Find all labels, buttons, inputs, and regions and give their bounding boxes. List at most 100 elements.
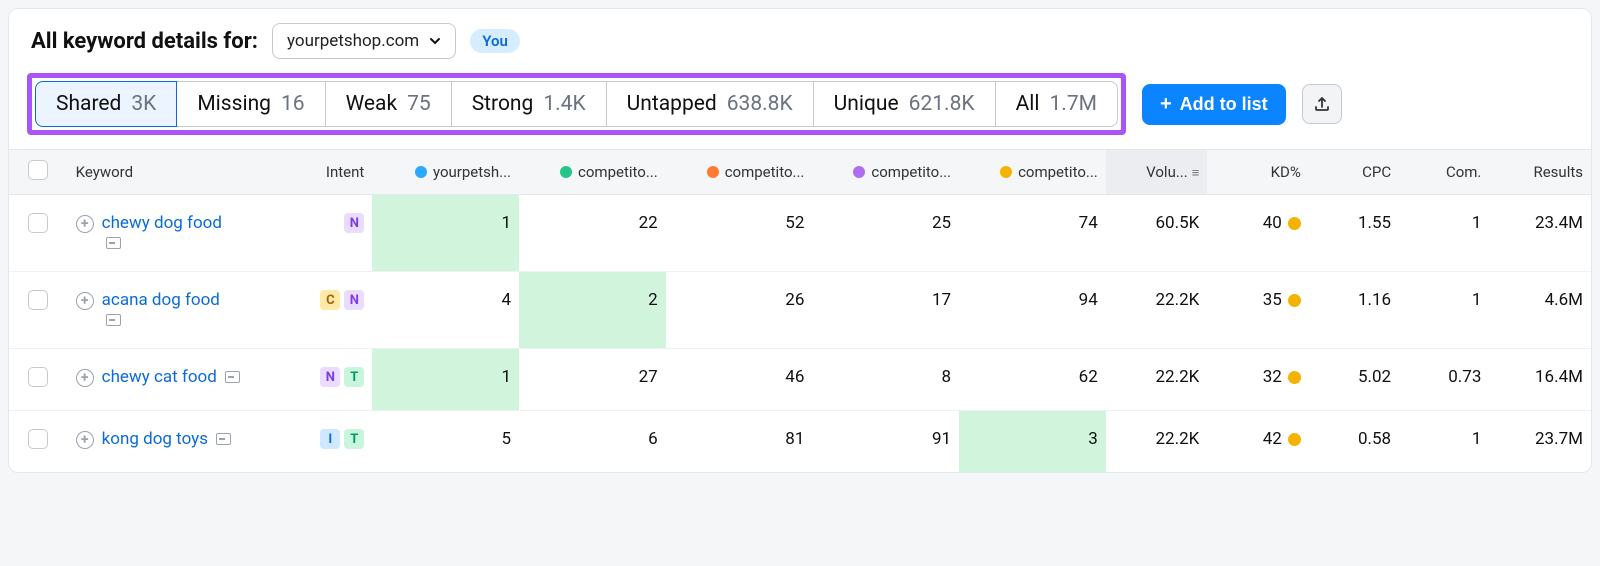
domain-selector[interactable]: yourpetshop.com: [272, 23, 456, 59]
tab-count: 3K: [131, 92, 156, 116]
keyword-details-panel: All keyword details for: yourpetshop.com…: [8, 8, 1592, 473]
col-site-2[interactable]: competito...: [666, 150, 813, 195]
filter-tab-strong[interactable]: Strong 1.4K: [452, 81, 607, 127]
filter-tab-all[interactable]: All1.7M: [996, 81, 1118, 127]
domain-selector-value: yourpetshop.com: [287, 31, 419, 51]
you-badge: You: [470, 29, 520, 53]
col-intent[interactable]: Intent: [293, 150, 372, 195]
expand-icon[interactable]: +: [76, 215, 94, 233]
col-site-0[interactable]: yourpetsh...: [372, 150, 519, 195]
kd-value: 42: [1263, 429, 1282, 449]
filter-tab-untapped[interactable]: Untapped638.8K: [607, 81, 814, 127]
tab-count: 1.7M: [1050, 92, 1097, 116]
cpc-cell: 5.02: [1309, 349, 1399, 411]
add-to-list-label: Add to list: [1180, 94, 1268, 115]
row-checkbox[interactable]: [28, 429, 48, 449]
position-cell: 94: [959, 272, 1106, 349]
cpc-cell: 1.55: [1309, 195, 1399, 272]
kd-value: 35: [1263, 290, 1282, 310]
col-site-4[interactable]: competito...: [959, 150, 1106, 195]
col-com[interactable]: Com.: [1399, 150, 1489, 195]
site-dot-0: [415, 166, 427, 178]
keyword-link[interactable]: acana dog food: [102, 290, 242, 330]
filter-tab-shared[interactable]: Shared 3K: [35, 81, 177, 127]
position-cell: 8: [812, 349, 959, 411]
expand-icon[interactable]: +: [76, 292, 94, 310]
site-dot-2: [707, 166, 719, 178]
serp-icon[interactable]: [216, 433, 231, 445]
tab-label: Shared: [56, 92, 121, 116]
volume-cell: 60.5K: [1106, 195, 1208, 272]
col-cpc[interactable]: CPC: [1309, 150, 1399, 195]
volume-cell: 22.2K: [1106, 272, 1208, 349]
col-checkbox: [9, 150, 68, 195]
tab-count: 1.4K: [543, 92, 585, 116]
col-results[interactable]: Results: [1489, 150, 1591, 195]
intent-badge-N: N: [344, 290, 364, 310]
intent-badge-C: C: [320, 290, 340, 310]
position-cell: 22: [519, 195, 666, 272]
tab-label: Strong: [472, 92, 534, 116]
site-dot-1: [560, 166, 572, 178]
chevron-down-icon: [429, 35, 441, 47]
serp-icon[interactable]: [106, 237, 121, 249]
com-cell: 1: [1399, 195, 1489, 272]
tab-label: Unique: [834, 92, 899, 116]
tab-label: Untapped: [627, 92, 717, 116]
plus-icon: +: [1160, 94, 1172, 114]
sort-desc-icon: ≡: [1192, 166, 1200, 181]
keyword-link[interactable]: chewy dog food: [102, 213, 242, 253]
filter-tabs: Shared 3K Missing16 Weak 75 Strong 1.4K Untappe…: [27, 73, 1126, 135]
table-row: +chewy dog food N12252257460.5K401.55123…: [9, 195, 1591, 272]
add-to-list-button[interactable]: + Add to list: [1142, 84, 1286, 125]
position-cell: 1: [372, 349, 519, 411]
results-cell: 16.4M: [1489, 349, 1591, 411]
com-cell: 1: [1399, 272, 1489, 349]
select-all-checkbox[interactable]: [28, 160, 48, 180]
position-cell: 62: [959, 349, 1106, 411]
position-cell: 4: [372, 272, 519, 349]
position-cell: 2: [519, 272, 666, 349]
serp-icon[interactable]: [106, 314, 121, 326]
position-cell: 74: [959, 195, 1106, 272]
col-keyword[interactable]: Keyword: [68, 150, 294, 195]
site-dot-3: [853, 166, 865, 178]
serp-icon[interactable]: [225, 371, 240, 383]
tab-count: 621.8K: [909, 92, 975, 116]
row-checkbox[interactable]: [28, 213, 48, 233]
cpc-cell: 1.16: [1309, 272, 1399, 349]
tab-label: Weak: [346, 92, 398, 116]
filter-tab-weak[interactable]: Weak 75: [326, 81, 452, 127]
expand-icon[interactable]: +: [76, 431, 94, 449]
position-cell: 1: [372, 195, 519, 272]
volume-cell: 22.2K: [1106, 349, 1208, 411]
col-site-1[interactable]: competito...: [519, 150, 666, 195]
keyword-link[interactable]: chewy cat food: [102, 367, 240, 387]
kd-difficulty-dot: [1288, 433, 1301, 446]
panel-header: All keyword details for: yourpetshop.com…: [9, 9, 1591, 73]
row-checkbox[interactable]: [28, 367, 48, 387]
table-row: +chewy cat food NT1274686222.2K325.020.7…: [9, 349, 1591, 411]
intent-badge-T: T: [344, 367, 364, 387]
filter-tab-missing[interactable]: Missing16: [177, 81, 325, 127]
intent-badge-T: T: [344, 429, 364, 449]
position-cell: 25: [812, 195, 959, 272]
expand-icon[interactable]: +: [76, 369, 94, 387]
keyword-link[interactable]: kong dog toys: [102, 429, 232, 449]
table-row: +kong dog toys IT568191322.2K420.58123.7…: [9, 411, 1591, 473]
results-cell: 23.4M: [1489, 195, 1591, 272]
keyword-table: Keyword Intent yourpetsh... competito...…: [9, 150, 1591, 472]
position-cell: 27: [519, 349, 666, 411]
col-kd[interactable]: KD%: [1207, 150, 1309, 195]
kd-difficulty-dot: [1288, 217, 1301, 230]
col-volume[interactable]: Volu...≡: [1106, 150, 1208, 195]
export-button[interactable]: [1302, 84, 1342, 124]
row-checkbox[interactable]: [28, 290, 48, 310]
kd-value: 40: [1263, 213, 1282, 233]
tab-count: 75: [407, 92, 431, 116]
intent-badge-N: N: [344, 213, 364, 233]
filter-row: Shared 3K Missing16 Weak 75 Strong 1.4K Untappe…: [9, 73, 1591, 150]
col-site-3[interactable]: competito...: [812, 150, 959, 195]
table-row: +acana dog food CN4226179422.2K351.1614.…: [9, 272, 1591, 349]
filter-tab-unique[interactable]: Unique 621.8K: [814, 81, 996, 127]
